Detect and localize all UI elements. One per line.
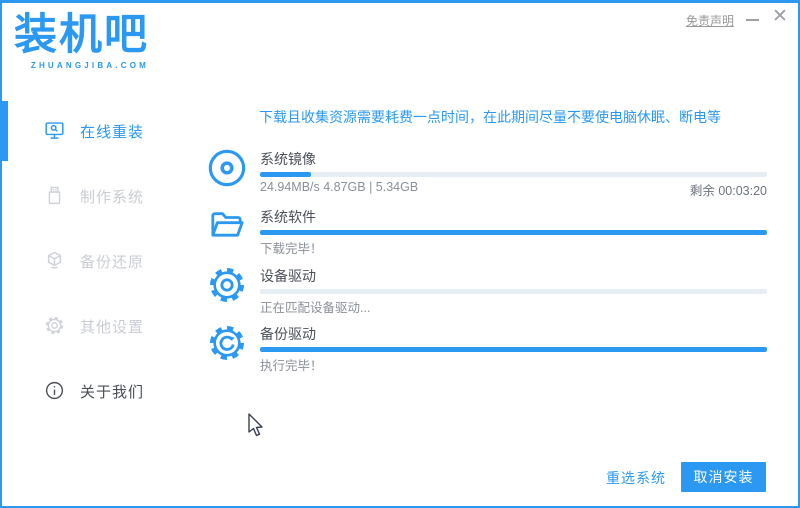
logo-subtitle: ZHUANGJIBA.COM (30, 61, 149, 70)
gear-icon (44, 315, 65, 336)
download-notice-text: 下载且收集资源需要耗费一点时间，在此期间尽量不要使电脑休眠、断电等 (259, 109, 721, 125)
task-status: 下载完毕！ (260, 242, 323, 256)
task-status: 正在匹配设备驱动... (260, 301, 371, 315)
task-row-system-image: 系统镜像 24.94MB/s 4.87GB | 5.34GB 剩余 00:03:… (207, 148, 767, 200)
app-window: 装机吧 ZHUANGJIBA.COM 免责声明 ✕ 在线重装 制作系统 备份还原… (0, 0, 800, 508)
open-folder-icon (207, 206, 247, 246)
sidebar-item-label: 其他设置 (80, 319, 145, 336)
logo-title: 装机吧 (14, 11, 149, 59)
sidebar-item-label: 制作系统 (80, 189, 145, 206)
sidebar-item-label: 备份还原 (80, 254, 145, 271)
task-name: 设备驱动 (260, 268, 316, 284)
monitor-search-icon (44, 120, 65, 141)
task-name: 系统镜像 (260, 151, 316, 167)
sidebar-item-online-reinstall[interactable]: 在线重装 (2, 116, 187, 146)
progress-bar (260, 289, 767, 294)
progress-fill (260, 172, 311, 177)
task-row-system-software: 系统软件 下载完毕！ (207, 206, 767, 258)
sync-gear-icon (207, 323, 247, 363)
task-row-backup-driver: 备份驱动 执行完毕！ (207, 323, 767, 375)
sidebar-item-make-system[interactable]: 制作系统 (2, 181, 187, 211)
cancel-install-button[interactable]: 取消安装 (681, 462, 766, 492)
task-status: 24.94MB/s 4.87GB | 5.34GB (260, 180, 419, 194)
usb-drive-icon (44, 185, 65, 206)
sidebar-item-label: 在线重装 (80, 124, 145, 141)
mouse-cursor (247, 413, 265, 439)
sidebar-item-other-settings[interactable]: 其他设置 (2, 311, 187, 341)
disclaimer-link[interactable]: 免责声明 (686, 12, 734, 29)
app-logo: 装机吧 ZHUANGJIBA.COM (14, 7, 149, 70)
progress-bar (260, 230, 767, 235)
progress-bar (260, 172, 767, 177)
progress-fill (260, 347, 767, 352)
gear-icon (207, 265, 247, 305)
close-icon[interactable]: ✕ (770, 7, 790, 27)
sidebar-item-backup-restore[interactable]: 备份还原 (2, 246, 187, 276)
task-name: 备份驱动 (260, 326, 316, 342)
info-icon (44, 380, 65, 401)
backup-box-icon (44, 250, 65, 271)
disc-icon (207, 148, 247, 188)
progress-bar (260, 347, 767, 352)
minimize-icon[interactable] (744, 9, 762, 27)
task-name: 系统软件 (260, 209, 316, 225)
task-row-device-driver: 设备驱动 正在匹配设备驱动... (207, 265, 767, 317)
task-status: 执行完毕！ (260, 359, 323, 373)
sidebar-item-about-us[interactable]: 关于我们 (2, 376, 187, 406)
time-remaining: 剩余 00:03:20 (689, 184, 767, 198)
reselect-system-button[interactable]: 重选系统 (606, 468, 666, 488)
sidebar-item-label: 关于我们 (80, 384, 145, 401)
progress-fill (260, 230, 767, 235)
